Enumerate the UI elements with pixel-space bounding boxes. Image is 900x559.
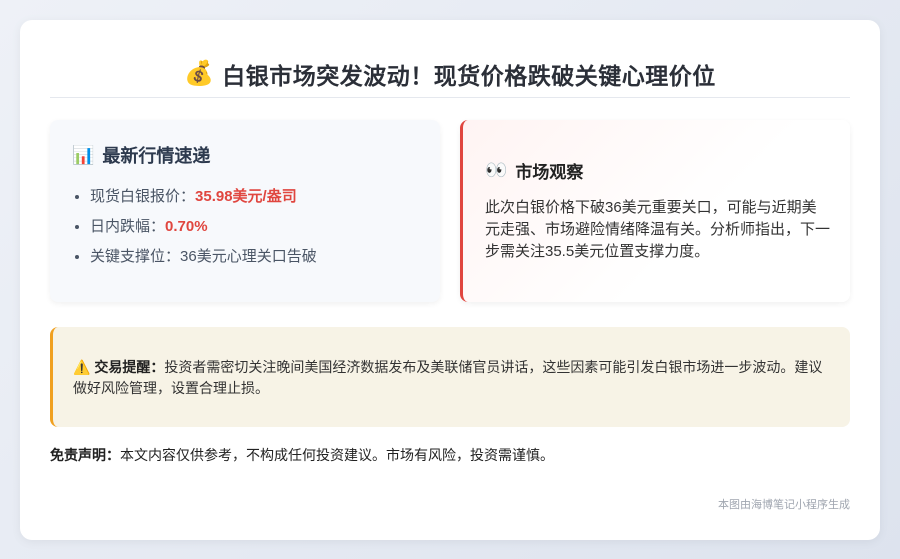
warning-icon: ⚠️	[73, 359, 91, 375]
market-list: 现货白银报价：35.98美元/盎司 日内跌幅：0.70% 关键支撑位：36美元心…	[72, 182, 418, 272]
page-title: 💰 白银市场突发波动！现货价格跌破关键心理价位	[50, 50, 850, 98]
market-heading-text: 最新行情速递	[102, 146, 211, 166]
bar-chart-icon: 📊	[72, 144, 95, 165]
footer-note: 本图由海博笔记小程序生成	[718, 499, 850, 511]
support-value: 36美元心理关口告破	[180, 248, 317, 265]
item-label: 关键支撑位：	[90, 248, 181, 265]
market-observation-panel: 👀 市场观察 此次白银价格下破36美元重要关口，可能与近期美元走强、市场避险情绪…	[460, 120, 850, 302]
observation-heading-text: 市场观察	[515, 163, 584, 182]
list-item: 日内跌幅：0.70%	[90, 212, 418, 242]
daily-drop-value: 0.70%	[165, 218, 208, 235]
list-item: 关键支撑位：36美元心理关口告破	[90, 242, 418, 272]
tip-text: 投资者需密切关注晚间美国经济数据发布及美联储官员讲话，这些因素可能引发白银市场进…	[73, 359, 823, 396]
money-bag-icon: 💰	[184, 59, 215, 87]
observation-heading: 👀 市场观察	[485, 158, 830, 183]
trading-tip-panel: ⚠️ 交易提醒：投资者需密切关注晚间美国经济数据发布及美联储官员讲话，这些因素可…	[50, 327, 850, 427]
content-card: 💰 白银市场突发波动！现货价格跌破关键心理价位 📊 最新行情速递 现货白银报价：…	[20, 20, 880, 540]
disclaimer-label: 免责声明：	[50, 447, 120, 463]
tip-label: 交易提醒：	[94, 359, 165, 375]
spot-price-value: 35.98美元/盎司	[195, 188, 297, 205]
market-update-panel: 📊 最新行情速递 现货白银报价：35.98美元/盎司 日内跌幅：0.70% 关键…	[50, 120, 440, 302]
market-heading: 📊 最新行情速递	[72, 142, 418, 168]
list-item: 现货白银报价：35.98美元/盎司	[90, 182, 418, 212]
disclaimer: 免责声明：本文内容仅供参考，不构成任何投资建议。市场有风险，投资需谨慎。	[50, 445, 850, 465]
eyes-icon: 👀	[485, 160, 508, 180]
title-text: 白银市场突发波动！现货价格跌破关键心理价位	[222, 62, 716, 89]
disclaimer-text: 本文内容仅供参考，不构成任何投资建议。市场有风险，投资需谨慎。	[120, 447, 554, 463]
item-label: 日内跌幅：	[90, 218, 166, 235]
item-label: 现货白银报价：	[90, 188, 196, 205]
observation-text: 此次白银价格下破36美元重要关口，可能与近期美元走强、市场避险情绪降温有关。分析…	[485, 199, 831, 260]
